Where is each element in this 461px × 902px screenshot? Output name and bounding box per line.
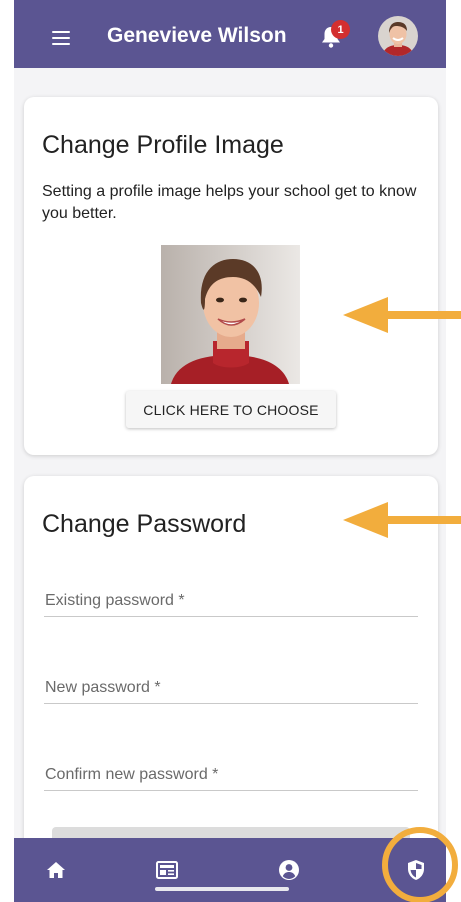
confirm-password-field[interactable]: Confirm new password * bbox=[44, 750, 418, 791]
home-indicator bbox=[155, 887, 289, 891]
nav-news[interactable] bbox=[137, 838, 197, 902]
password-card-title: Change Password bbox=[42, 510, 247, 538]
choose-image-button[interactable]: CLICK HERE TO CHOOSE bbox=[126, 391, 336, 428]
shield-icon bbox=[408, 860, 424, 880]
nav-account[interactable] bbox=[259, 838, 319, 902]
new-password-field[interactable]: New password * bbox=[44, 663, 418, 704]
home-icon bbox=[47, 862, 65, 878]
avatar[interactable] bbox=[378, 16, 418, 56]
existing-password-field[interactable]: Existing password * bbox=[44, 576, 418, 617]
bottom-navigation bbox=[14, 838, 446, 902]
existing-password-label: Existing password * bbox=[45, 592, 185, 609]
user-name: Genevieve Wilson bbox=[107, 24, 287, 47]
notification-badge: 1 bbox=[331, 20, 350, 39]
change-password-card: Change Password Existing password * New … bbox=[24, 476, 438, 896]
nav-home[interactable] bbox=[26, 838, 86, 902]
account-icon bbox=[279, 860, 299, 880]
profile-image-card: Change Profile Image Setting a profile i… bbox=[24, 97, 438, 455]
new-password-label: New password * bbox=[45, 679, 161, 696]
menu-icon[interactable] bbox=[52, 31, 70, 45]
top-app-bar: Genevieve Wilson 1 bbox=[14, 0, 446, 68]
confirm-password-label: Confirm new password * bbox=[45, 766, 219, 783]
news-icon bbox=[156, 861, 178, 879]
profile-photo bbox=[161, 245, 300, 384]
profile-card-description: Setting a profile image helps your schoo… bbox=[42, 183, 417, 222]
nav-security[interactable] bbox=[386, 838, 446, 902]
profile-card-title: Change Profile Image bbox=[42, 131, 284, 159]
app-screen: Genevieve Wilson 1 Change Profile Image … bbox=[14, 0, 446, 902]
